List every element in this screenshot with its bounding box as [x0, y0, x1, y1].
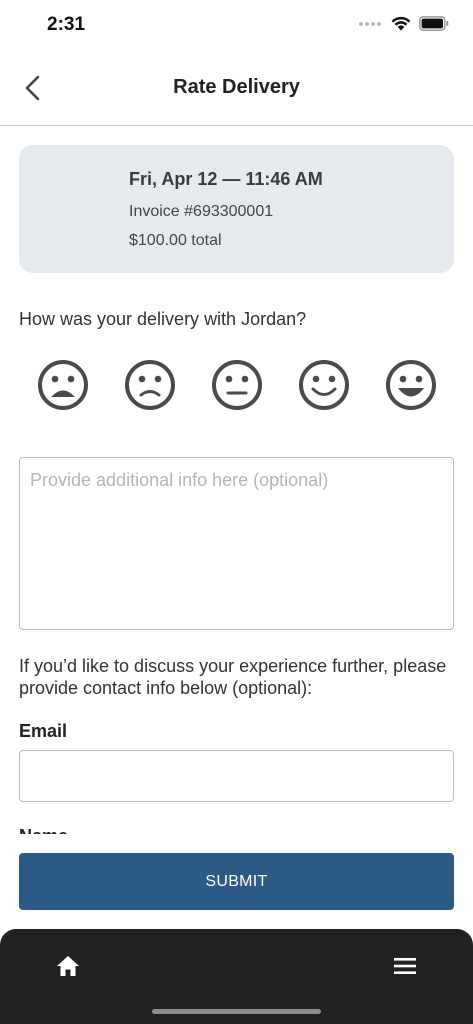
name-label: Name	[19, 826, 68, 834]
contact-info-note: If you’d like to discuss your experience…	[19, 656, 447, 698]
neutral-face-icon[interactable]	[210, 358, 264, 412]
rating-faces	[19, 358, 454, 414]
delivery-info-card: Fri, Apr 12 — 11:46 AM Invoice #69330000…	[19, 145, 454, 273]
invoice-number: Invoice #693300001	[129, 203, 274, 220]
home-icon[interactable]	[53, 951, 83, 981]
rate-delivery-screen: 2:31 Rate Delivery Fri, Apr 12 — 11:46 A…	[0, 0, 473, 1024]
submit-button[interactable]: SUBMIT	[19, 853, 454, 910]
very-sad-face-icon[interactable]	[36, 358, 90, 412]
battery-icon	[419, 16, 449, 31]
wifi-icon	[391, 16, 411, 31]
status-bar: 2:31	[0, 0, 473, 52]
page-title: Rate Delivery	[173, 76, 300, 98]
status-icons	[359, 16, 449, 31]
email-input[interactable]	[19, 750, 454, 802]
email-label: Email	[19, 721, 68, 741]
additional-info-textarea[interactable]	[19, 457, 454, 630]
name-label-container: Name	[19, 822, 219, 834]
rating-question: How was your delivery with Jordan?	[19, 309, 307, 329]
hamburger-menu-icon[interactable]	[391, 951, 419, 981]
bottom-tab-bar	[0, 929, 473, 1024]
status-time: 2:31	[47, 14, 86, 35]
navigation-bar: Rate Delivery	[0, 52, 473, 126]
delivery-date: Fri, Apr 12 — 11:46 AM	[129, 169, 323, 189]
smile-face-icon[interactable]	[297, 358, 351, 412]
sad-face-icon[interactable]	[123, 358, 177, 412]
cellular-signal-icon	[359, 21, 381, 26]
invoice-total: $100.00 total	[129, 232, 222, 249]
grin-face-icon[interactable]	[384, 358, 438, 412]
home-indicator	[152, 1009, 321, 1014]
